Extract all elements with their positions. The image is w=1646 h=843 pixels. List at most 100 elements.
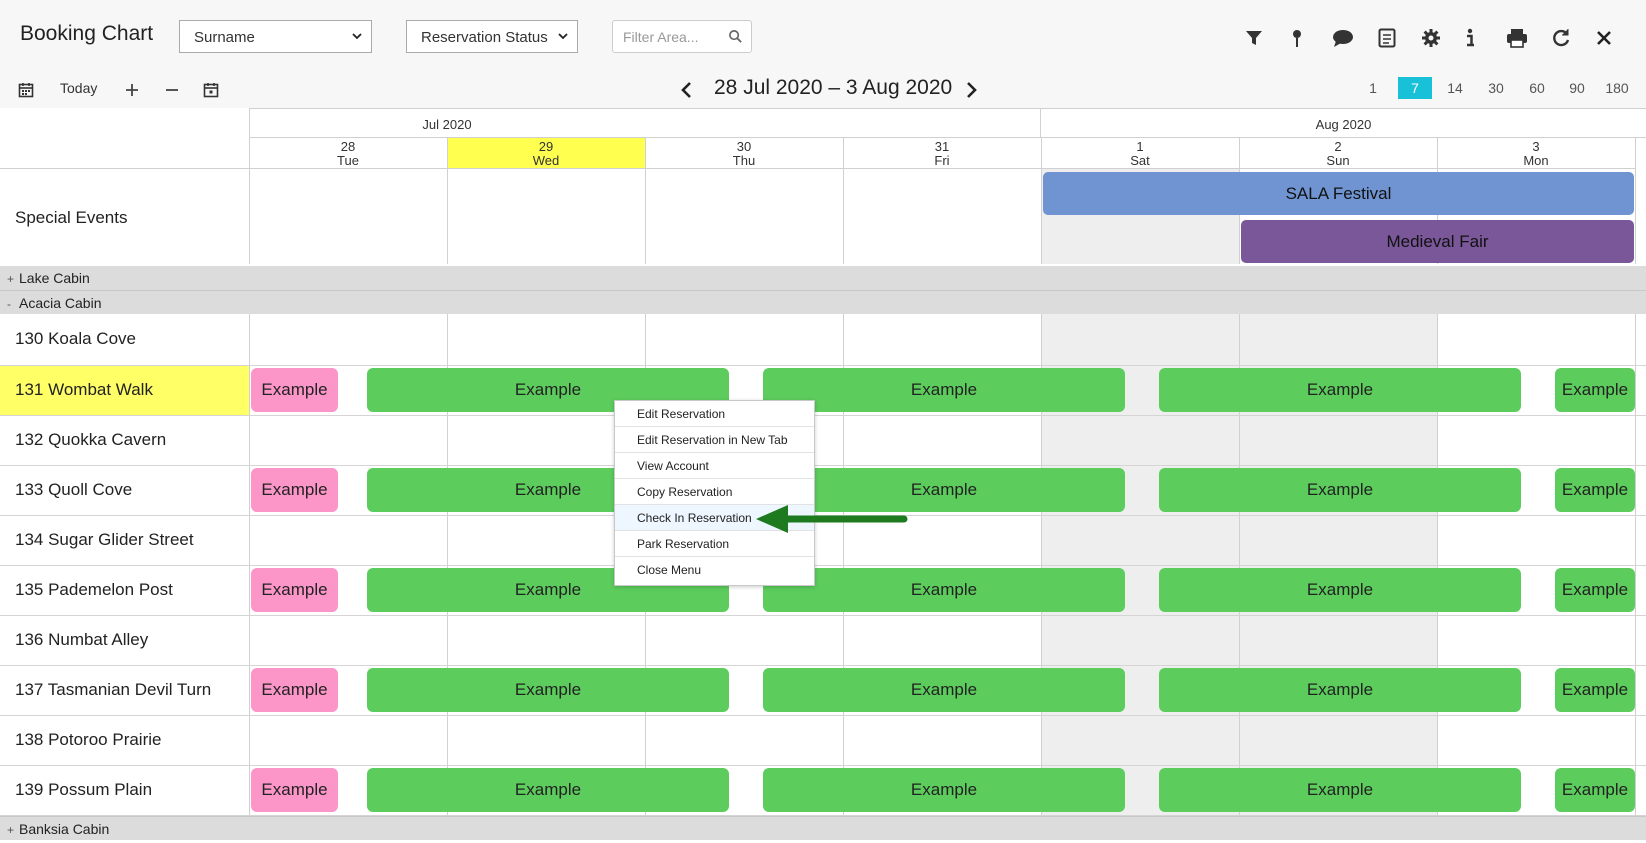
reservation-block[interactable]: Example — [1159, 668, 1521, 712]
reservation-block[interactable]: Example — [1555, 668, 1635, 712]
previous-week-button[interactable] — [677, 80, 695, 100]
reservation-block[interactable]: Example — [367, 668, 729, 712]
day-of-week: Sun — [1326, 153, 1350, 168]
day-number: 30 — [736, 139, 752, 154]
collapse-toggle[interactable]: - — [7, 297, 19, 311]
month-header-row: Jul 2020 Aug 2020 — [249, 108, 1646, 138]
menu-item-copy-reservation[interactable]: Copy Reservation — [615, 479, 814, 505]
group-label: Lake Cabin — [19, 270, 90, 286]
reservation-block[interactable]: Example — [1159, 368, 1521, 412]
reservation-block[interactable]: Example — [367, 768, 729, 812]
reservation-block[interactable]: Example — [251, 668, 338, 712]
day-header: 1 Sat — [1041, 138, 1239, 169]
room-row-label[interactable]: 137 Tasmanian Devil Turn — [0, 666, 249, 716]
reservation-block[interactable]: Example — [1555, 468, 1635, 512]
chevron-right-icon — [967, 82, 977, 98]
special-events-label: Special Events — [15, 208, 128, 227]
day-of-week: Mon — [1523, 153, 1549, 168]
group-row-lake-cabin[interactable]: + Lake Cabin — [0, 266, 1646, 290]
reservation-block[interactable]: Example — [1555, 368, 1635, 412]
menu-item-edit-reservation-new-tab[interactable]: Edit Reservation in New Tab — [615, 427, 814, 453]
gear-icon[interactable] — [1419, 26, 1443, 50]
day-of-week: Sat — [1130, 153, 1150, 168]
chevron-down-icon — [352, 33, 362, 40]
info-icon[interactable] — [1458, 26, 1482, 50]
zoom-60-days[interactable]: 60 — [1524, 77, 1550, 99]
day-header: 2 Sun — [1239, 138, 1437, 169]
filter-icon[interactable] — [1242, 26, 1266, 50]
reservation-block[interactable]: Example — [1159, 768, 1521, 812]
reservation-block[interactable]: Example — [1159, 568, 1521, 612]
room-row-label[interactable]: 136 Numbat Alley — [0, 616, 249, 666]
room-row-label[interactable]: 135 Pademelon Post — [0, 566, 249, 616]
reservation-block[interactable]: Example — [1555, 568, 1635, 612]
notes-icon[interactable] — [1375, 26, 1399, 50]
minus-icon[interactable] — [160, 78, 184, 102]
expand-toggle[interactable]: + — [7, 823, 19, 837]
date-navigation-bar: Today 28 Jul 2020 – 3 Aug 2020 1 7 14 30… — [0, 72, 1646, 108]
room-row-label[interactable]: 133 Quoll Cove — [0, 466, 249, 516]
zoom-1-days[interactable]: 1 — [1361, 77, 1385, 99]
room-row-label-selected[interactable]: 131 Wombat Walk — [0, 366, 249, 416]
zoom-7-days[interactable]: 7 — [1398, 77, 1432, 99]
menu-item-park-reservation[interactable]: Park Reservation — [615, 531, 814, 557]
room-row-label[interactable]: 139 Possum Plain — [0, 766, 249, 816]
group-row-banksia-cabin[interactable]: + Banksia Cabin — [0, 816, 1646, 840]
today-button[interactable]: Today — [60, 80, 97, 96]
reservation-block[interactable]: Example — [1555, 768, 1635, 812]
month-divider — [1040, 108, 1041, 138]
menu-item-view-account[interactable]: View Account — [615, 453, 814, 479]
column-divider — [645, 138, 646, 264]
menu-item-edit-reservation[interactable]: Edit Reservation — [615, 401, 814, 427]
day-header: 28 Tue — [249, 138, 447, 169]
room-row-label[interactable]: 134 Sugar Glider Street — [0, 516, 249, 566]
print-icon[interactable] — [1505, 26, 1529, 50]
group-row-acacia-cabin[interactable]: - Acacia Cabin — [0, 290, 1646, 314]
filter-area-input[interactable]: Filter Area... — [612, 20, 752, 53]
reservation-block[interactable]: Example — [251, 768, 338, 812]
column-divider — [447, 138, 448, 264]
sort-select[interactable]: Surname — [179, 20, 372, 53]
reservation-block[interactable]: Example — [763, 768, 1125, 812]
search-icon — [729, 30, 742, 43]
comment-icon[interactable] — [1331, 26, 1355, 50]
room-row-label[interactable]: 138 Potoroo Prairie — [0, 716, 249, 766]
event-sala-festival[interactable]: SALA Festival — [1043, 172, 1634, 215]
day-of-week: Wed — [532, 153, 560, 168]
day-header-today: 29 Wed — [447, 138, 645, 169]
day-number: 29 — [538, 139, 554, 154]
column-divider — [1635, 290, 1636, 816]
column-divider — [1635, 138, 1636, 264]
header-corner — [0, 138, 249, 169]
day-number: 2 — [1334, 139, 1342, 154]
reservation-block[interactable]: Example — [763, 568, 1125, 612]
calendar-day-icon[interactable] — [199, 78, 223, 102]
day-of-week: Fri — [934, 153, 950, 168]
map-pin-icon[interactable] — [1285, 26, 1309, 50]
room-row-label[interactable]: 132 Quokka Cavern — [0, 416, 249, 466]
reservation-block[interactable]: Example — [251, 568, 338, 612]
zoom-14-days[interactable]: 14 — [1442, 77, 1468, 99]
reservation-block[interactable]: Example — [763, 368, 1125, 412]
zoom-30-days[interactable]: 30 — [1483, 77, 1509, 99]
column-divider — [843, 138, 844, 264]
close-icon[interactable] — [1592, 26, 1616, 50]
plus-icon[interactable] — [120, 78, 144, 102]
menu-item-close-menu[interactable]: Close Menu — [615, 557, 814, 583]
reservation-block[interactable]: Example — [1159, 468, 1521, 512]
next-week-button[interactable] — [963, 80, 981, 100]
status-select[interactable]: Reservation Status — [406, 20, 578, 53]
reservation-block[interactable]: Example — [763, 668, 1125, 712]
zoom-90-days[interactable]: 90 — [1564, 77, 1590, 99]
month-label: Aug 2020 — [1315, 117, 1372, 132]
expand-toggle[interactable]: + — [7, 272, 19, 286]
page-title: Booking Chart — [20, 22, 154, 45]
group-label: Banksia Cabin — [19, 821, 110, 837]
zoom-180-days[interactable]: 180 — [1600, 77, 1634, 99]
event-medieval-fair[interactable]: Medieval Fair — [1241, 220, 1634, 263]
reservation-block[interactable]: Example — [251, 468, 338, 512]
reservation-block[interactable]: Example — [251, 368, 338, 412]
calendar-icon[interactable] — [14, 78, 38, 102]
room-row-label[interactable]: 130 Koala Cove — [0, 315, 249, 365]
refresh-icon[interactable] — [1549, 26, 1573, 50]
